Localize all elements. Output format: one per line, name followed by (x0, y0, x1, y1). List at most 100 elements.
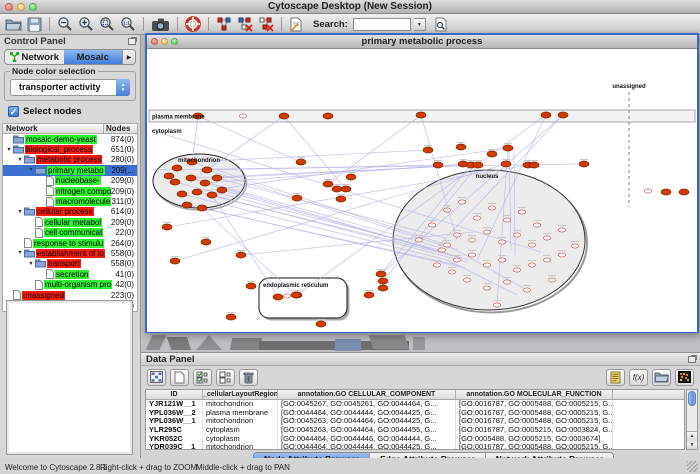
network-node[interactable] (182, 202, 192, 208)
network-node[interactable] (273, 294, 283, 300)
network-node[interactable] (197, 205, 207, 211)
scroll-down-icon[interactable]: ▼ (687, 441, 697, 450)
tree-row[interactable]: ▼establishment of lo558(0) (3, 248, 137, 258)
open-folder-icon[interactable] (4, 15, 23, 33)
network-node[interactable] (433, 263, 440, 267)
help-icon[interactable] (184, 15, 202, 33)
resize-grip[interactable] (687, 461, 698, 472)
network-node[interactable] (533, 223, 540, 227)
save-icon[interactable] (26, 15, 43, 33)
zoom-out-icon[interactable] (56, 15, 74, 33)
view-zoom-button[interactable] (171, 38, 178, 45)
zoom-button[interactable] (29, 3, 37, 11)
col-layout-region[interactable]: _cellularLayoutRegion (203, 390, 278, 399)
network-node[interactable] (212, 175, 222, 181)
disclosure-triangle-icon[interactable]: ▼ (27, 167, 35, 173)
destroy-network-icon[interactable] (236, 15, 254, 33)
float-panel-icon[interactable] (128, 38, 136, 45)
disclosure-triangle-icon[interactable]: ▼ (16, 157, 24, 163)
network-node[interactable] (453, 233, 460, 237)
network-node[interactable] (236, 252, 246, 258)
network-node[interactable] (323, 113, 333, 119)
network-node[interactable] (376, 271, 386, 277)
tab-mosaic[interactable]: Mosaic (64, 50, 123, 64)
tree-col-nodes[interactable]: Nodes (104, 124, 137, 133)
network-node[interactable] (558, 112, 568, 118)
view-close-button[interactable] (151, 38, 158, 45)
network-node[interactable] (579, 161, 589, 167)
float-data-panel-icon[interactable] (688, 356, 696, 363)
network-node[interactable] (433, 162, 443, 168)
network-node[interactable] (170, 179, 180, 185)
function-builder-icon[interactable]: f(x) (629, 369, 648, 386)
network-node[interactable] (558, 228, 565, 232)
tree-row[interactable]: ▼metabolic process280(0) (3, 155, 137, 165)
network-node[interactable] (456, 144, 466, 150)
network-node[interactable] (528, 263, 535, 267)
network-node[interactable] (463, 278, 470, 282)
network-canvas[interactable]: plasma membranecytoplasmmitochondrionnuc… (147, 50, 697, 332)
tree-row[interactable]: cell communicat22(0) (3, 228, 137, 238)
network-node[interactable] (423, 147, 433, 153)
network-node[interactable] (513, 268, 520, 272)
network-node[interactable] (316, 321, 326, 327)
tree-row[interactable]: unassigned223(0) (3, 290, 137, 300)
table-scrollbar[interactable]: ▲ ▼ (686, 389, 698, 450)
network-node[interactable] (172, 165, 182, 171)
network-node[interactable] (378, 285, 388, 291)
network-node[interactable] (501, 161, 511, 167)
disclosure-triangle-icon[interactable]: ▼ (5, 147, 13, 153)
col-molecular-function[interactable]: annotation.GO MOLECULAR_FUNCTION (456, 390, 613, 399)
table-row[interactable]: YJR121W__1mitochondrion[GO:0045267, GO:0… (146, 400, 684, 409)
network-node[interactable] (416, 112, 426, 118)
network-node[interactable] (513, 233, 520, 237)
scrollbar-thumb[interactable] (688, 391, 696, 406)
col-id[interactable]: ID (146, 390, 203, 399)
disclosure-triangle-icon[interactable]: ▼ (16, 250, 24, 256)
network-node[interactable] (239, 114, 246, 118)
network-node[interactable] (483, 230, 490, 234)
network-node[interactable] (498, 240, 505, 244)
table-row[interactable]: YPL036W__2plasma membrane[GO:0044464, GO… (146, 409, 684, 418)
network-node[interactable] (543, 236, 550, 240)
col-cellular-component[interactable]: annotation.GO CELLULAR_COMPONENT (278, 390, 456, 399)
network-node[interactable] (443, 243, 450, 247)
destroy-view-icon[interactable] (257, 15, 275, 33)
tree-row[interactable]: mosaic-demo-yeast874(0) (3, 134, 137, 144)
network-node[interactable] (226, 314, 236, 320)
network-node[interactable] (364, 292, 374, 298)
search-dropdown-arrow[interactable]: ▼ (414, 18, 426, 31)
zoom-selected-icon[interactable] (98, 15, 116, 33)
network-node[interactable] (323, 181, 333, 187)
tree-row[interactable]: macromolecule311(0) (3, 196, 137, 206)
network-node[interactable] (644, 189, 651, 193)
network-node[interactable] (341, 186, 351, 192)
network-node[interactable] (291, 292, 301, 298)
network-node[interactable] (202, 167, 212, 173)
network-node[interactable] (541, 112, 551, 118)
network-node[interactable] (468, 253, 475, 257)
node-color-dropdown[interactable]: transporter activity ▲▼ (10, 79, 130, 96)
tab-overflow-arrow[interactable]: ▶ (122, 50, 135, 64)
network-node[interactable] (346, 174, 356, 180)
network-node[interactable] (162, 224, 172, 230)
network-node[interactable] (558, 253, 565, 257)
attribute-grid-icon[interactable] (147, 369, 166, 386)
select-nodes-checkbox[interactable]: ✓ (8, 106, 19, 117)
tree-row[interactable]: ▼transport558(0) (3, 259, 137, 269)
network-node[interactable] (443, 208, 450, 212)
heatmap-icon[interactable] (675, 369, 694, 386)
close-button[interactable] (5, 3, 13, 11)
view-minimize-button[interactable] (161, 38, 168, 45)
table-row[interactable]: YKR052Ccytoplasm[GO:0044464, GO:0044446,… (146, 435, 684, 444)
tree-row[interactable]: ▼cellular process614(0) (3, 207, 137, 217)
network-node[interactable] (483, 286, 490, 290)
network-node[interactable] (523, 288, 530, 292)
tree-row[interactable]: multi-organism pro42(0) (3, 279, 137, 289)
network-node[interactable] (503, 218, 510, 222)
search-input[interactable] (353, 18, 411, 31)
network-node[interactable] (503, 280, 510, 284)
network-node[interactable] (543, 258, 550, 262)
network-node[interactable] (438, 248, 445, 252)
network-node[interactable] (177, 191, 187, 197)
